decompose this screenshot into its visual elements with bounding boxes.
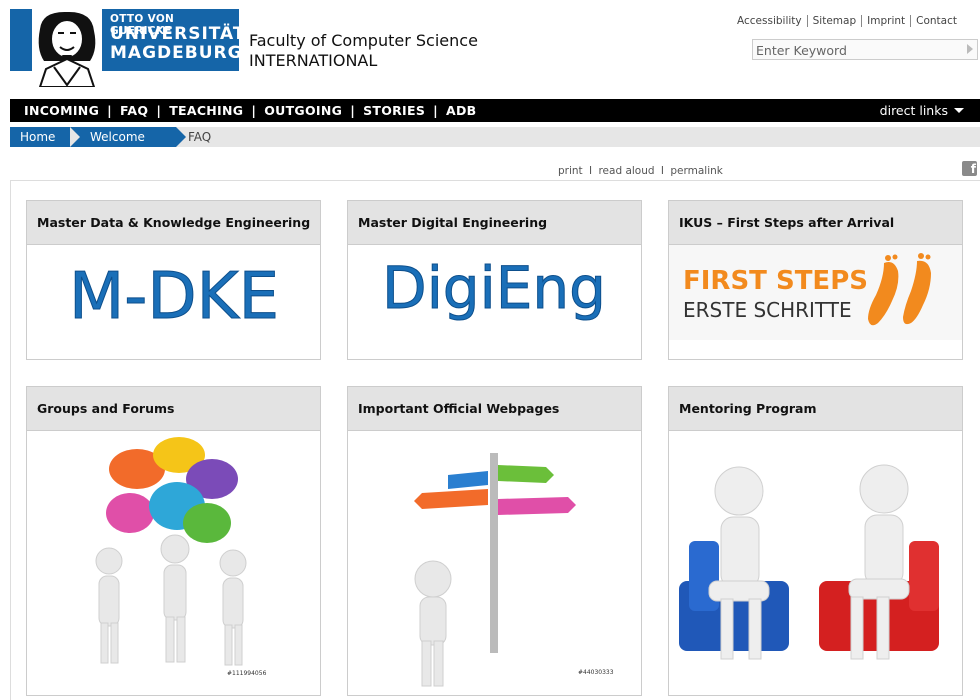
search-input[interactable] (753, 42, 959, 59)
signpost-watermark: #44030333 (578, 669, 614, 676)
direct-links-label: direct links (879, 103, 948, 118)
search-box (752, 39, 978, 60)
card-title: Master Digital Engineering (348, 201, 641, 245)
direct-links-dropdown[interactable]: direct links (880, 99, 964, 122)
mentoring-figures-graphic (679, 464, 939, 660)
search-submit-icon[interactable] (967, 44, 973, 54)
nav-separator: | (350, 103, 356, 118)
first-steps-text: FIRST STEPS (683, 266, 868, 296)
main-navigation: INCOMING | FAQ | TEACHING | OUTGOING | STORI… (10, 99, 980, 122)
print-link[interactable]: print (558, 165, 583, 177)
breadcrumb-arrow (70, 127, 80, 147)
nav-item-incoming[interactable]: INCOMING (24, 103, 99, 118)
contact-link[interactable]: Contact (910, 15, 962, 27)
groups-watermark: #111994056 (227, 670, 267, 677)
nav-separator: | (156, 103, 162, 118)
permalink-link[interactable]: permalink (670, 165, 723, 177)
signpost-image: #44030333 (348, 431, 641, 695)
groups-image: #111994056 (27, 431, 320, 695)
card-title: IKUS – First Steps after Arrival (669, 201, 962, 245)
faculty-subtitle: INTERNATIONAL (249, 51, 378, 70)
tools-separator: I (589, 165, 593, 177)
card-title: Important Official Webpages (348, 387, 641, 431)
nav-separator: | (433, 103, 439, 118)
faculty-title: Faculty of Computer Science INTERNATIONA… (249, 31, 478, 71)
card-title: Groups and Forums (27, 387, 320, 431)
breadcrumb-welcome[interactable]: Welcome (70, 127, 186, 147)
imprint-link[interactable]: Imprint (861, 15, 910, 27)
digieng-image: DigiEng (348, 245, 641, 359)
nav-item-faq[interactable]: FAQ (120, 103, 148, 118)
nav-item-adb[interactable]: ADB (446, 103, 476, 118)
card-groups-forums[interactable]: Groups and Forums #111994056 (26, 386, 321, 696)
card-ikus[interactable]: IKUS – First Steps after Arrival FIRST S… (668, 200, 963, 360)
nav-separator: | (251, 103, 257, 118)
nav-item-outgoing[interactable]: OUTGOING (264, 103, 342, 118)
digieng-logo-text: DigiEng (382, 254, 606, 322)
page-tools: print I read aloud I permalink (558, 165, 723, 177)
faculty-name: Faculty of Computer Science (249, 31, 478, 50)
mdke-image: M-DKE (27, 245, 320, 359)
nav-item-stories[interactable]: STORIES (363, 103, 425, 118)
facebook-icon[interactable]: f (962, 161, 977, 176)
breadcrumb-home-label: Home (20, 130, 56, 144)
logo-line3: MAGDEBURG (110, 43, 243, 63)
nav-item-teaching[interactable]: TEACHING (169, 103, 243, 118)
breadcrumb-welcome-label: Welcome (90, 130, 145, 144)
breadcrumb: Home Welcome FAQ (10, 127, 980, 147)
read-aloud-link[interactable]: read aloud (598, 165, 654, 177)
guericke-portrait-icon (32, 9, 102, 87)
breadcrumb-current: FAQ (188, 130, 212, 144)
breadcrumb-home[interactable]: Home (10, 127, 84, 147)
digieng-logo-graphic: DigiEng (382, 254, 607, 323)
accessibility-link[interactable]: Accessibility (732, 15, 807, 27)
card-official-webpages[interactable]: Important Official Webpages #44030333 (347, 386, 642, 696)
first-steps-graphic: FIRST STEPS ERSTE SCHRITTE (669, 245, 962, 340)
signpost-figure-graphic: #44030333 (414, 453, 614, 687)
mentoring-image (669, 431, 962, 695)
card-digieng[interactable]: Master Digital Engineering DigiEng (347, 200, 642, 360)
chevron-down-icon (954, 108, 964, 113)
card-title: Master Data & Knowledge Engineering (27, 201, 320, 245)
card-mdke[interactable]: Master Data & Knowledge Engineering M-DK… (26, 200, 321, 360)
card-mentoring[interactable]: Mentoring Program (668, 386, 963, 696)
top-links: Accessibility Sitemap Imprint Contact (732, 15, 962, 27)
erste-schritte-text: ERSTE SCHRITTE (683, 298, 852, 322)
nav-separator: | (107, 103, 112, 118)
mdke-logo-text: M-DKE (69, 260, 279, 334)
card-title: Mentoring Program (669, 387, 962, 431)
first-steps-image: FIRST STEPS ERSTE SCHRITTE (669, 245, 962, 359)
mdke-logo-graphic: M-DKE (69, 260, 280, 335)
tools-separator: I (660, 165, 665, 177)
logo-line2: UNIVERSITÄT (110, 24, 246, 44)
university-logo[interactable]: OTTO VON GUERICKE UNIVERSITÄT MAGDEBURG (10, 9, 245, 87)
sitemap-link[interactable]: Sitemap (806, 15, 862, 27)
speech-bubbles-figures-graphic: #111994056 (95, 437, 267, 677)
